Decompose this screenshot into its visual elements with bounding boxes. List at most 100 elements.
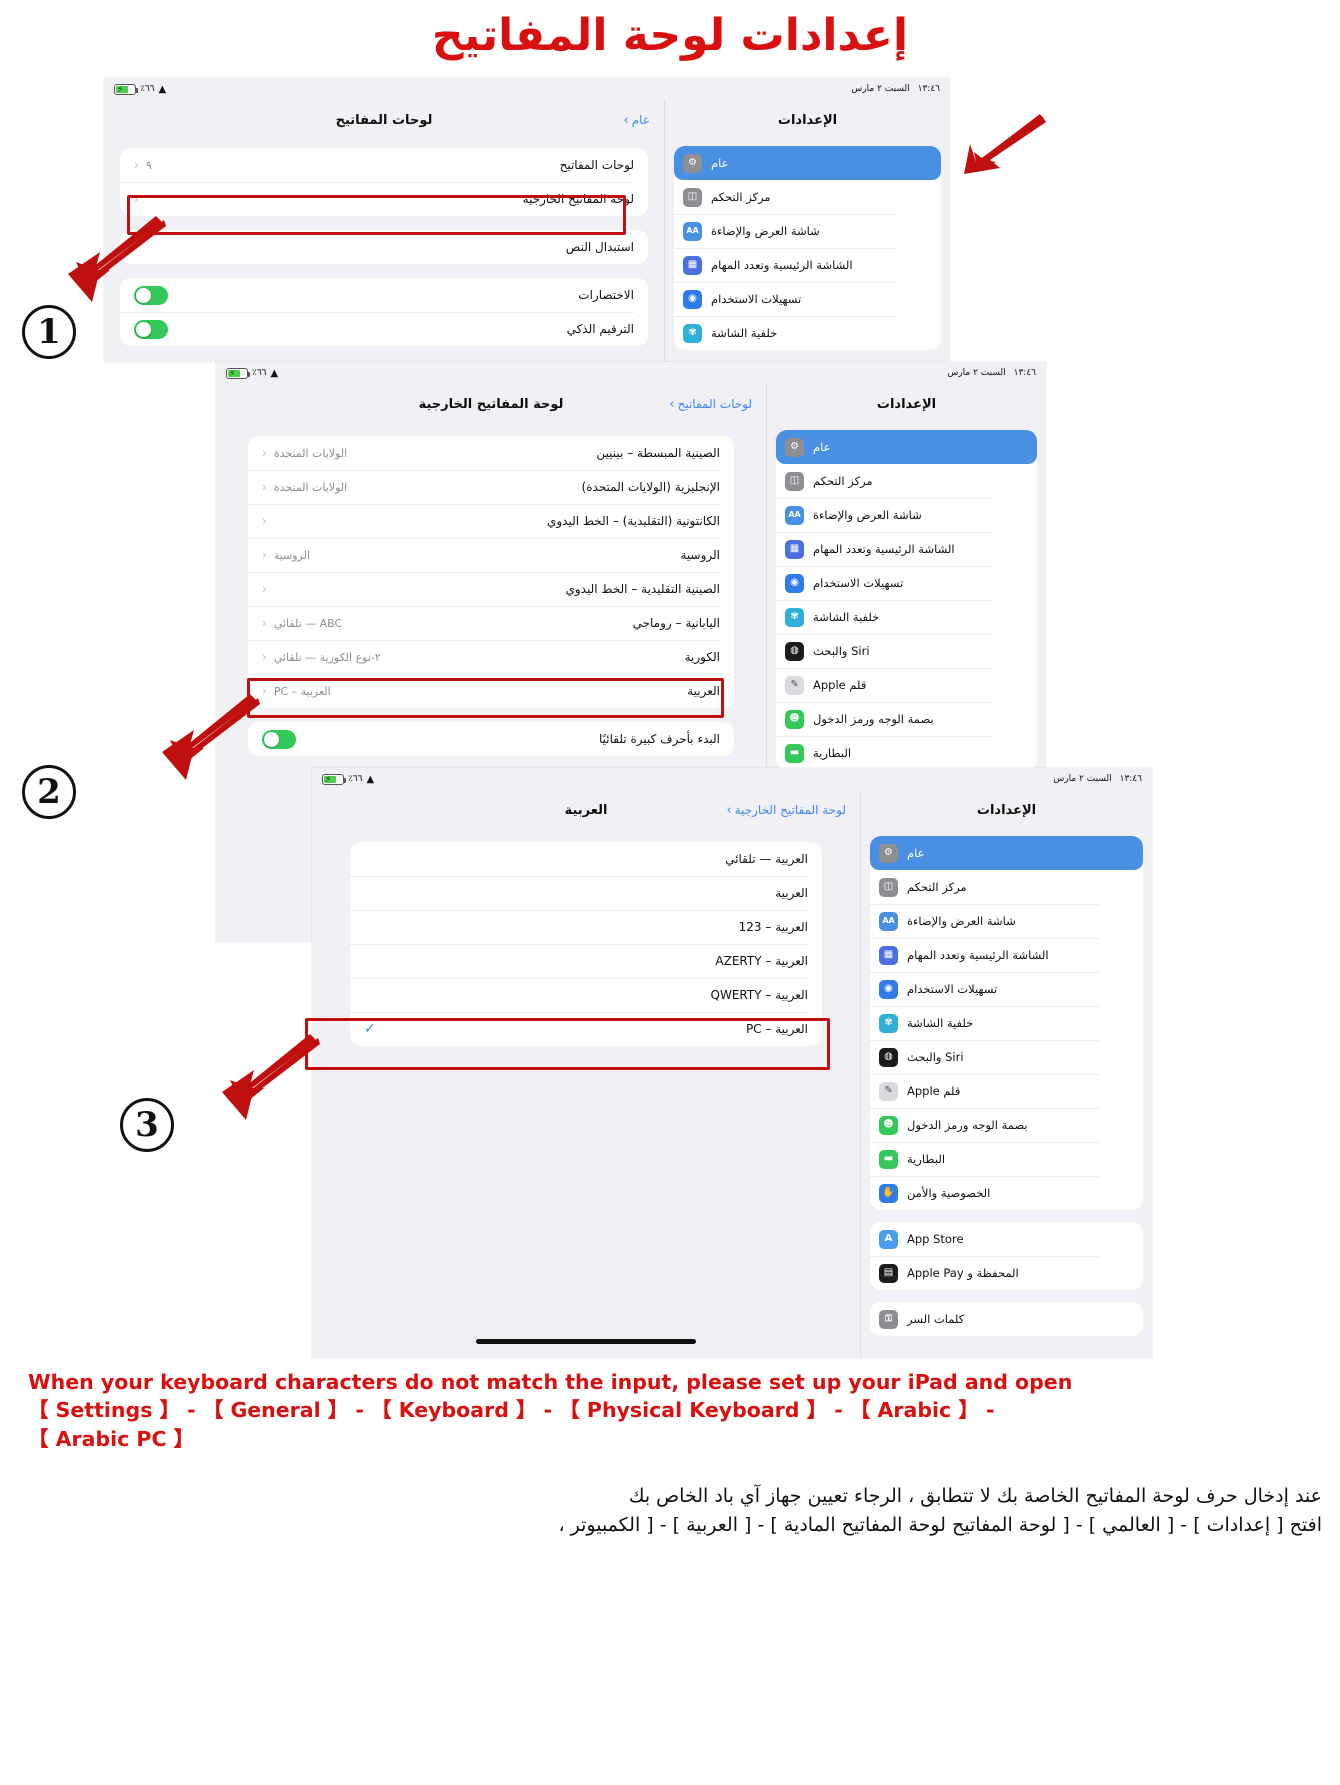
option-label: العربية — تلقائي (725, 852, 808, 866)
chevron-left-icon: ‹ (262, 514, 267, 528)
nav-bar-3: لوحة المفاتيح الخارجية › العربية (312, 790, 860, 830)
row-japanese-romaji[interactable]: اليابانية – روماجي ABC — تلقائي ‹ (248, 606, 734, 640)
option-arabic-auto[interactable]: العربية — تلقائي (350, 842, 822, 876)
sidebar-item-label: خلفية الشاشة (711, 326, 778, 340)
sidebar-item-label: البطارية (813, 746, 852, 760)
row-label: الاختصارات (578, 288, 634, 302)
sidebar-item-apple-pencil[interactable]: ✎ قلم Apple (776, 668, 1037, 702)
sidebar-item-label: عام (907, 846, 925, 860)
sidebar-item-privacy-security[interactable]: ✋ الخصوصية والأمن (870, 1176, 1143, 1210)
row-value: ABC — تلقائي (273, 616, 343, 630)
back-label: لوحات المفاتيح (677, 397, 752, 411)
row-shortcuts[interactable]: الاختصارات (120, 278, 648, 312)
option-arabic-123[interactable]: العربية – 123 (350, 910, 822, 944)
accessibility-icon: ◉ (683, 289, 702, 309)
row-chinese-simplified-pinyin[interactable]: الصينية المبسطة – بينيين الولايات المتحد… (248, 436, 734, 470)
display-brightness-icon: AA (683, 221, 702, 241)
sidebar-item-label: مركز التحكم (907, 880, 967, 894)
option-arabic-qwerty[interactable]: العربية – QWERTY (350, 978, 822, 1012)
chevron-left-icon: ‹ (262, 480, 267, 494)
sidebar-item-display-brightness[interactable]: AA شاشة العرض والإضاءة (674, 214, 941, 248)
sidebar-item-face-id[interactable]: ☻ بصمة الوجه ورمز الدخول (870, 1108, 1143, 1142)
sidebar-item-label: شاشة العرض والإضاءة (907, 914, 1016, 928)
back-label: عام (631, 113, 650, 127)
row-english-us[interactable]: الإنجليزية (الولايات المتحدة) الولايات ا… (248, 470, 734, 504)
row-keyboards[interactable]: لوحات المفاتيح ٩ ‹ (120, 148, 648, 182)
sidebar-item-home-screen[interactable]: ▦ الشاشة الرئيسية وتعدد المهام (776, 532, 1037, 566)
option-arabic[interactable]: العربية (350, 876, 822, 910)
settings-sidebar-group-3b: A App Store ▤ المحفظة و Apple Pay (870, 1222, 1143, 1290)
sidebar-item-siri-search[interactable]: ◍ Siri والبحث (776, 634, 1037, 668)
sidebar-item-accessibility[interactable]: ◉ تسهيلات الاستخدام (870, 972, 1143, 1006)
row-cantonese-handwriting[interactable]: الكانتونية (التقليدية) – الخط اليدوي ‹ (248, 504, 734, 538)
sidebar-item-label: الخصوصية والأمن (907, 1186, 991, 1200)
row-chinese-traditional-handwriting[interactable]: الصينية التقليدية – الخط اليدوي ‹ (248, 572, 734, 606)
sidebar-item-app-store[interactable]: A App Store (870, 1222, 1143, 1256)
sidebar-item-wallpaper[interactable]: ✾ خلفية الشاشة (870, 1006, 1143, 1040)
sidebar-item-wallpaper[interactable]: ✾ خلفية الشاشة (674, 316, 941, 350)
sidebar-item-general[interactable]: ⚙ عام (776, 430, 1037, 464)
apple-pencil-icon: ✎ (879, 1081, 898, 1101)
display-brightness-icon: AA (785, 505, 804, 525)
screenshot-root: إعدادات لوحة المفاتيح ⚡ ٪٦٦ ▲ السبت ٢ ما… (0, 0, 1340, 1785)
sidebar-item-accessibility[interactable]: ◉ تسهيلات الاستخدام (674, 282, 941, 316)
row-russian[interactable]: الروسية الروسية ‹ (248, 538, 734, 572)
row-korean[interactable]: الكورية ٢-نوع الكورية — تلقائي ‹ (248, 640, 734, 674)
chevron-left-icon: ‹ (262, 684, 267, 698)
row-external-keyboard[interactable]: لوحة المفاتيح الخارجية ‹ (120, 182, 648, 216)
sidebar-item-accessibility[interactable]: ◉ تسهيلات الاستخدام (776, 566, 1037, 600)
sidebar-item-battery[interactable]: ▬ البطارية (870, 1142, 1143, 1176)
sidebar-item-control-center[interactable]: ◫ مركز التحكم (776, 464, 1037, 498)
settings-nav-1: الإعدادات (665, 100, 950, 140)
sidebar-item-face-id[interactable]: ☻ بصمة الوجه ورمز الدخول (776, 702, 1037, 736)
option-arabic-azerty[interactable]: العربية – AZERTY (350, 944, 822, 978)
back-button-external-keyboard[interactable]: لوحة المفاتيح الخارجية › (726, 803, 846, 817)
row-arabic[interactable]: العربية العربية – PC ‹ (248, 674, 734, 708)
sidebar-item-passwords[interactable]: ⚿ كلمات السر (870, 1302, 1143, 1336)
settings-sidebar-3: الإعدادات ⚙ عام ◫ مركز التحكم AA شاشة ال… (860, 790, 1152, 1358)
row-smart-punctuation[interactable]: الترقيم الذكي (120, 312, 648, 346)
sidebar-item-apple-pencil[interactable]: ✎ قلم Apple (870, 1074, 1143, 1108)
sidebar-item-home-screen[interactable]: ▦ الشاشة الرئيسية وتعدد المهام (870, 938, 1143, 972)
sidebar-item-display-brightness[interactable]: AA شاشة العرض والإضاءة (776, 498, 1037, 532)
sidebar-item-home-screen[interactable]: ▦ الشاشة الرئيسية وتعدد المهام (674, 248, 941, 282)
row-label: البدء بأحرف كبيرة تلقائيًا (599, 732, 720, 746)
row-auto-capitalization[interactable]: البدء بأحرف كبيرة تلقائيًا (248, 722, 734, 756)
sidebar-item-display-brightness[interactable]: AA شاشة العرض والإضاءة (870, 904, 1143, 938)
option-arabic-pc[interactable]: العربية – PC ✓ (350, 1012, 822, 1046)
row-label: الترقيم الذكي (566, 322, 634, 336)
accessibility-icon: ◉ (879, 979, 898, 999)
footer-en-line-2: 【 Settings 】 - 【 General 】 - 【 Keyboard … (28, 1398, 995, 1423)
battery-icon: ⚡ (114, 83, 138, 95)
sidebar-item-label: تسهيلات الاستخدام (907, 982, 998, 996)
smart-punctuation-toggle[interactable] (134, 319, 168, 339)
home-screen-icon: ▦ (683, 255, 702, 275)
face-id-icon: ☻ (785, 709, 804, 729)
row-label: لوحات المفاتيح (559, 158, 634, 172)
sidebar-item-wallpaper[interactable]: ✾ خلفية الشاشة (776, 600, 1037, 634)
back-button-general[interactable]: عام › (624, 113, 650, 127)
sidebar-item-control-center[interactable]: ◫ مركز التحكم (870, 870, 1143, 904)
sidebar-item-label: قلم Apple (813, 678, 867, 692)
sidebar-item-control-center[interactable]: ◫ مركز التحكم (674, 180, 941, 214)
wallpaper-icon: ✾ (785, 607, 804, 627)
auto-capitalization-group: البدء بأحرف كبيرة تلقائيًا (248, 722, 734, 756)
status-bar-3: ⚡ ٪٦٦ ▲ السبت ٢ مارس ١٣:٤٦ (312, 768, 1152, 790)
auto-capitalization-toggle[interactable] (262, 729, 296, 749)
arrow-to-arabic-pc (222, 1034, 320, 1120)
display-brightness-icon: AA (879, 911, 898, 931)
nav-title-1: لوحات المفاتيح (335, 112, 433, 128)
apple-pencil-icon: ✎ (785, 675, 804, 695)
sidebar-item-wallet-apple-pay[interactable]: ▤ المحفظة و Apple Pay (870, 1256, 1143, 1290)
chevron-left-icon: ‹ (262, 582, 267, 596)
footer-en-line-1: When your keyboard characters do not mat… (28, 1370, 1073, 1394)
sidebar-item-battery[interactable]: ▬ البطارية (776, 736, 1037, 770)
sidebar-item-label: البطارية (907, 1152, 946, 1166)
row-text-replacement[interactable]: استبدال النص ‹ (120, 230, 648, 264)
sidebar-item-general[interactable]: ⚙ عام (674, 146, 941, 180)
sidebar-item-general[interactable]: ⚙ عام (870, 836, 1143, 870)
siri-icon: ◍ (879, 1047, 898, 1067)
sidebar-item-siri-search[interactable]: ◍ Siri والبحث (870, 1040, 1143, 1074)
back-button-keyboards[interactable]: لوحات المفاتيح › (669, 397, 752, 411)
row-value: الولايات المتحدة (273, 446, 348, 460)
